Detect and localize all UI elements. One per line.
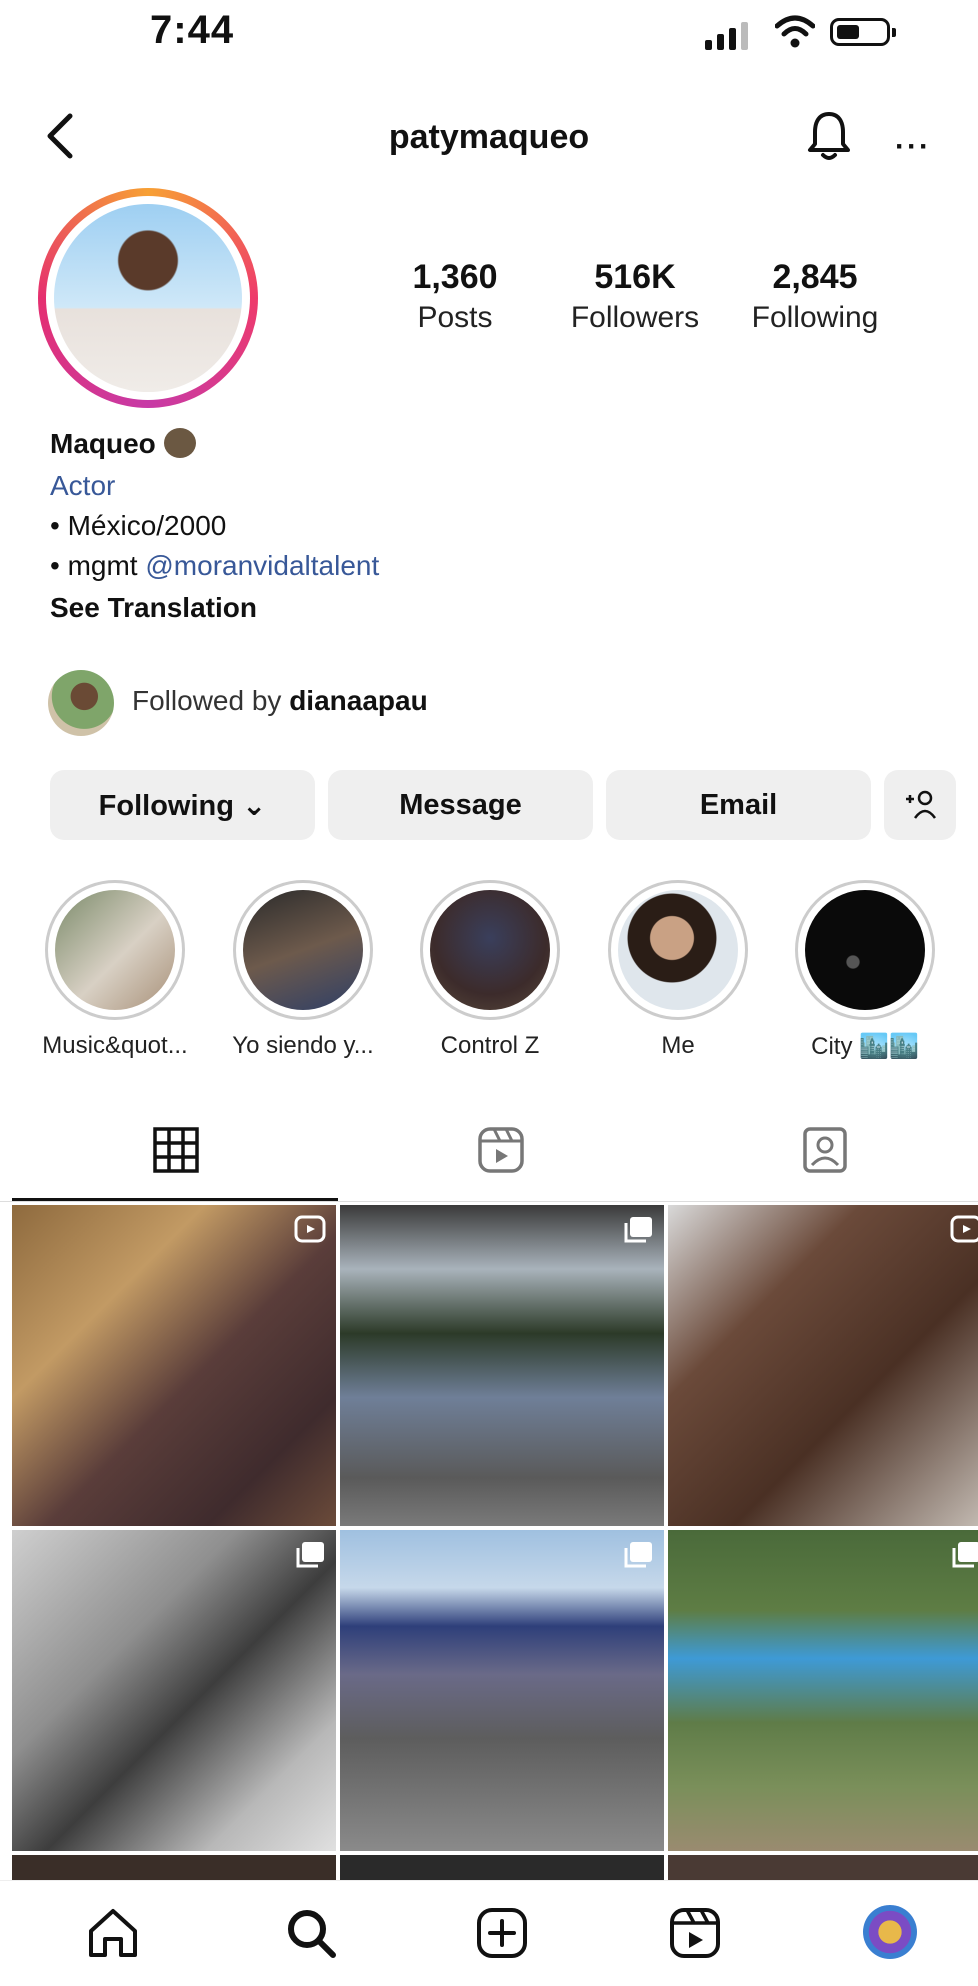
- followed-by-text[interactable]: Followed by dianaapau: [132, 685, 428, 717]
- mention-link[interactable]: @moranvidaltalent: [145, 550, 379, 581]
- stat-posts-value: 1,360: [412, 258, 498, 296]
- bio-line-2-prefix: • mgmt: [50, 550, 146, 581]
- tagged-tab-icon[interactable]: [800, 1125, 850, 1175]
- stat-following-value: 2,845: [772, 258, 858, 296]
- highlight-ring: [45, 880, 185, 1020]
- highlight-ring: [608, 880, 748, 1020]
- post-thumbnail[interactable]: [12, 1530, 336, 1851]
- see-translation-link[interactable]: See Translation: [50, 592, 257, 624]
- highlight-item[interactable]: Music&quot...: [40, 880, 190, 1060]
- bell-icon[interactable]: [805, 108, 853, 164]
- stat-following-label: Following: [751, 301, 879, 334]
- create-icon[interactable]: [474, 1905, 530, 1961]
- highlight-label: City 🏙️🏙️: [811, 1033, 919, 1060]
- profile-name: Maqueo: [50, 428, 196, 460]
- status-time: 7:44: [150, 8, 235, 52]
- highlight-label: Music&quot...: [42, 1032, 188, 1059]
- highlight-item[interactable]: Control Z: [415, 880, 565, 1060]
- grid-tab-icon[interactable]: [151, 1125, 201, 1175]
- more-options-icon[interactable]: ···: [895, 130, 931, 164]
- stat-posts-label: Posts: [417, 301, 493, 334]
- highlight-item[interactable]: Me: [603, 880, 753, 1060]
- stat-followers[interactable]: 516K Followers: [545, 258, 725, 335]
- post-thumbnail[interactable]: [668, 1530, 978, 1851]
- reels-tab-icon[interactable]: [476, 1125, 526, 1175]
- highlight-item[interactable]: City 🏙️🏙️: [790, 880, 940, 1061]
- signal-icon: [705, 20, 748, 50]
- highlight-label: Me: [661, 1032, 695, 1059]
- bio-line-1: • México/2000: [50, 510, 227, 541]
- highlight-ring: [795, 880, 935, 1020]
- highlight-ring: [420, 880, 560, 1020]
- stat-followers-value: 516K: [594, 258, 676, 296]
- multiple-photos-icon: [952, 1542, 978, 1568]
- profile-avatar[interactable]: [863, 1905, 917, 1959]
- stat-posts[interactable]: 1,360 Posts: [365, 258, 545, 335]
- reel-badge-icon: [950, 1215, 978, 1243]
- profile-avatar[interactable]: [38, 188, 258, 408]
- multiple-photos-icon: [624, 1217, 652, 1243]
- home-icon[interactable]: [85, 1905, 141, 1961]
- highlight-ring: [233, 880, 373, 1020]
- message-button[interactable]: Message: [328, 770, 593, 840]
- followed-by-avatar[interactable]: [48, 670, 114, 736]
- tab-divider: [0, 1201, 978, 1202]
- add-user-button[interactable]: [884, 770, 956, 840]
- reel-badge-icon: [294, 1215, 326, 1243]
- profile-category[interactable]: Actor: [50, 470, 115, 502]
- post-thumbnail[interactable]: [340, 1530, 664, 1851]
- stat-following[interactable]: 2,845 Following: [725, 258, 905, 335]
- post-thumbnail[interactable]: [12, 1205, 336, 1526]
- post-thumbnail[interactable]: [340, 1205, 664, 1526]
- sloth-emoji-icon: [163, 428, 196, 458]
- search-icon[interactable]: [283, 1905, 339, 1961]
- bio-line-2: • mgmt @moranvidaltalent: [50, 550, 379, 582]
- post-thumbnail[interactable]: [668, 1205, 978, 1526]
- battery-icon: [830, 18, 896, 46]
- stat-followers-label: Followers: [570, 301, 700, 334]
- wifi-icon: [775, 15, 815, 48]
- multiple-photos-icon: [624, 1542, 652, 1568]
- email-button[interactable]: Email: [606, 770, 871, 840]
- highlight-label: Control Z: [440, 1032, 540, 1059]
- highlight-item[interactable]: Yo siendo y...: [228, 880, 378, 1060]
- multiple-photos-icon: [296, 1542, 324, 1568]
- add-person-icon: [906, 790, 937, 819]
- highlight-label: Yo siendo y...: [232, 1032, 374, 1059]
- followed-by-user: dianaapau: [289, 685, 428, 716]
- reels-icon[interactable]: [667, 1905, 723, 1961]
- followed-by-prefix: Followed by: [132, 685, 290, 716]
- profile-name-text: Maqueo: [50, 428, 156, 459]
- following-button[interactable]: Following ⌄: [50, 770, 315, 840]
